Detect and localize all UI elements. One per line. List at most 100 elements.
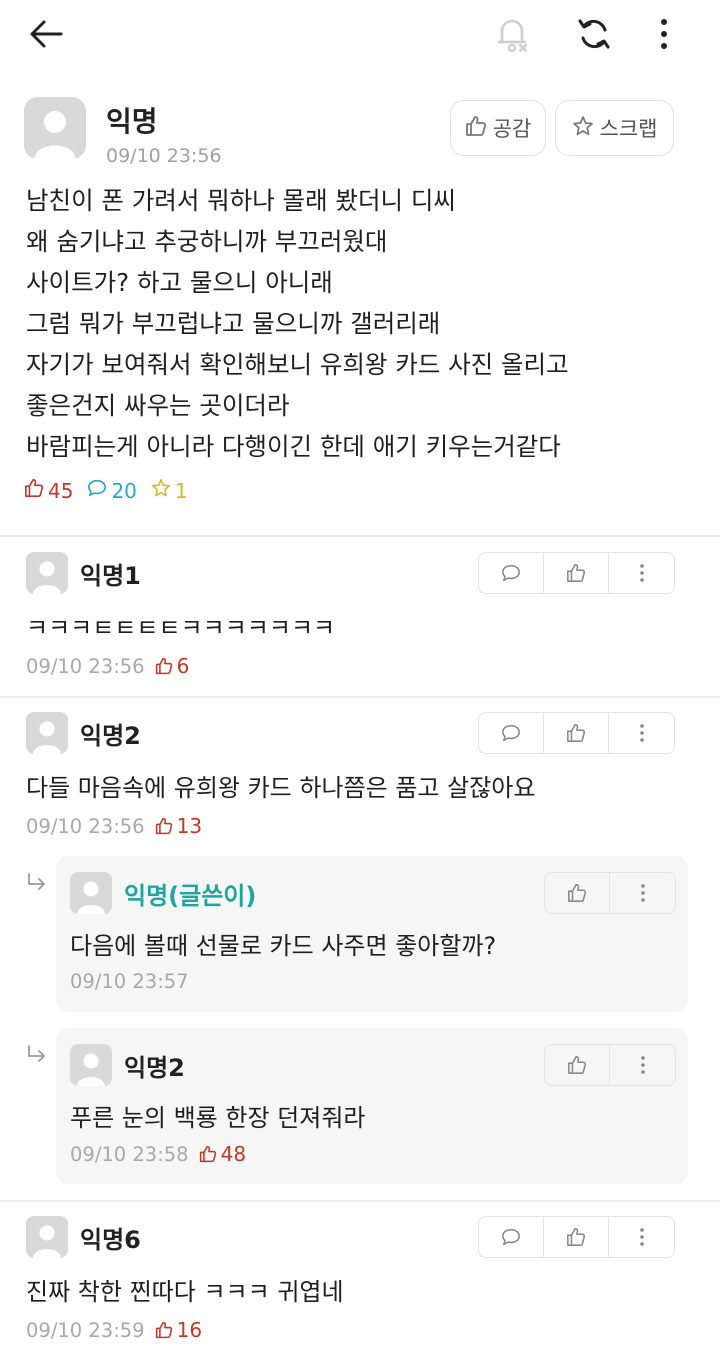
post-body-line: 사이트가? 하고 물으니 아니래 bbox=[26, 268, 333, 297]
thumbs-up-icon bbox=[567, 1228, 586, 1246]
reply-meta: 09/10 23:58 48 bbox=[70, 1142, 246, 1166]
like-button[interactable] bbox=[544, 1217, 609, 1257]
like-button[interactable] bbox=[545, 873, 610, 913]
comment-time: 09/10 23:56 bbox=[26, 814, 145, 838]
like-button[interactable] bbox=[544, 713, 609, 753]
reply-arrow-icon bbox=[28, 1045, 45, 1062]
more-vertical-icon bbox=[639, 724, 644, 742]
reply-actions bbox=[544, 1044, 676, 1086]
comment-time: 09/10 23:56 bbox=[26, 654, 145, 678]
thumbs-up-icon bbox=[155, 657, 172, 675]
thumbs-up-icon bbox=[568, 1056, 587, 1074]
reply-actions bbox=[544, 872, 676, 914]
comment-meta: 09/10 23:59 16 bbox=[26, 1318, 202, 1342]
reply-button[interactable] bbox=[479, 713, 544, 753]
comment-bubble-icon bbox=[87, 478, 107, 503]
refresh-icon[interactable] bbox=[574, 14, 614, 54]
like-count-value: 45 bbox=[48, 478, 74, 503]
more-options-button[interactable] bbox=[609, 1217, 674, 1257]
scrap-count-value: 1 bbox=[174, 478, 188, 503]
more-vertical-icon bbox=[640, 1056, 645, 1074]
post-body-line: 바람피는게 아니라 다행이긴 한데 애기 키우는거같다 bbox=[26, 432, 561, 461]
post-author: 익명 bbox=[106, 105, 158, 138]
reply-author-op: 익명(글쓴이) bbox=[124, 882, 257, 910]
like-button[interactable] bbox=[544, 553, 609, 593]
avatar bbox=[26, 1216, 68, 1258]
reply-time: 09/10 23:58 bbox=[70, 1142, 189, 1166]
more-options-button[interactable] bbox=[610, 1045, 675, 1085]
comment-vote-count: 16 bbox=[176, 1318, 203, 1342]
more-options-button[interactable] bbox=[609, 713, 674, 753]
post-body-line: 남친이 폰 가려서 뭐하나 몰래 봤더니 디씨 bbox=[26, 186, 456, 215]
like-count: 45 bbox=[24, 478, 73, 503]
comment-vote-count: 6 bbox=[176, 654, 190, 678]
star-icon bbox=[151, 478, 171, 503]
thumbs-up-icon bbox=[199, 1145, 216, 1163]
comment-actions bbox=[478, 552, 675, 594]
post-time: 09/10 23:56 bbox=[106, 145, 222, 167]
like-button[interactable]: 공감 bbox=[450, 100, 546, 156]
comment-meta: 09/10 23:56 6 bbox=[26, 654, 189, 678]
thumbs-up-icon bbox=[155, 1321, 172, 1339]
reply-meta: 09/10 23:57 bbox=[70, 970, 189, 993]
comment-author: 익명1 bbox=[80, 562, 141, 590]
reply-votes: 48 bbox=[199, 1142, 246, 1166]
comment-author: 익명6 bbox=[80, 1226, 141, 1254]
top-bar bbox=[0, 0, 720, 70]
scrap-count: 1 bbox=[151, 478, 188, 503]
avatar bbox=[24, 97, 86, 159]
star-icon bbox=[572, 115, 594, 142]
comment-votes: 6 bbox=[155, 654, 190, 678]
divider bbox=[0, 535, 720, 537]
thumbs-up-icon bbox=[567, 724, 586, 742]
comment-actions bbox=[478, 1216, 675, 1258]
more-options-button[interactable] bbox=[610, 873, 675, 913]
comment-bubble-icon bbox=[502, 724, 520, 742]
more-vertical-icon bbox=[639, 1228, 644, 1246]
scrap-button[interactable]: 스크랩 bbox=[555, 100, 674, 156]
post-body-line: 왜 숨기냐고 추궁하니까 부끄러웠대 bbox=[26, 227, 388, 256]
comment-vote-count: 13 bbox=[176, 814, 203, 838]
avatar bbox=[70, 872, 112, 914]
more-vertical-icon bbox=[640, 884, 645, 902]
reply-arrow-icon bbox=[28, 873, 45, 890]
more-vertical-icon[interactable] bbox=[644, 14, 684, 54]
like-label: 공감 bbox=[492, 117, 532, 141]
reply-button[interactable] bbox=[479, 1217, 544, 1257]
post-body-line: 그럼 뭐가 부끄럽냐고 물으니까 갤러리래 bbox=[26, 309, 441, 338]
post-body-line: 좋은건지 싸우는 곳이더라 bbox=[26, 391, 290, 420]
scrap-label: 스크랩 bbox=[599, 117, 658, 141]
reply: 익명(글쓴이) 다음에 볼때 선물로 카드 사주면 좋아할까? 09/10 23… bbox=[56, 856, 688, 1012]
reply-text: 푸른 눈의 백룡 한장 던져줘라 bbox=[70, 1104, 366, 1132]
like-button[interactable] bbox=[545, 1045, 610, 1085]
reply: 익명2 푸른 눈의 백룡 한장 던져줘라 09/10 23:58 48 bbox=[56, 1028, 688, 1184]
avatar bbox=[70, 1044, 112, 1086]
comment-meta: 09/10 23:56 13 bbox=[26, 814, 202, 838]
reply-text: 다음에 볼때 선물로 카드 사주면 좋아할까? bbox=[70, 932, 497, 960]
post-body-line: 자기가 보여줘서 확인해보니 유희왕 카드 사진 올리고 bbox=[26, 350, 569, 379]
comment-count: 20 bbox=[87, 478, 137, 503]
more-options-button[interactable] bbox=[609, 553, 674, 593]
reply-vote-count: 48 bbox=[220, 1142, 247, 1166]
comment-count-value: 20 bbox=[111, 478, 137, 503]
comment-votes: 16 bbox=[155, 1318, 202, 1342]
thumbs-up-icon bbox=[155, 817, 172, 835]
post-stats: 45 20 1 bbox=[24, 478, 202, 503]
post-body: 남친이 폰 가려서 뭐하나 몰래 봤더니 디씨 왜 숨기냐고 추궁하니까 부끄러… bbox=[26, 180, 706, 467]
avatar bbox=[26, 712, 68, 754]
thumbs-up-icon bbox=[567, 564, 586, 582]
reply-button[interactable] bbox=[479, 553, 544, 593]
reply-time: 09/10 23:57 bbox=[70, 970, 189, 993]
divider bbox=[0, 696, 720, 698]
divider bbox=[0, 1200, 720, 1202]
comment-actions bbox=[478, 712, 675, 754]
notification-off-icon[interactable] bbox=[492, 14, 532, 54]
comment-votes: 13 bbox=[155, 814, 202, 838]
comment-text: 다들 마음속에 유희왕 카드 하나쯤은 품고 살잖아요 bbox=[26, 774, 536, 802]
comment-text: 진짜 착한 찐따다 ㅋㅋㅋ 귀엽네 bbox=[26, 1278, 344, 1306]
back-arrow-icon[interactable] bbox=[26, 14, 66, 54]
comment-time: 09/10 23:59 bbox=[26, 1318, 145, 1342]
thumbs-up-icon bbox=[568, 884, 587, 902]
more-vertical-icon bbox=[639, 564, 644, 582]
thumbs-up-icon bbox=[24, 478, 44, 503]
